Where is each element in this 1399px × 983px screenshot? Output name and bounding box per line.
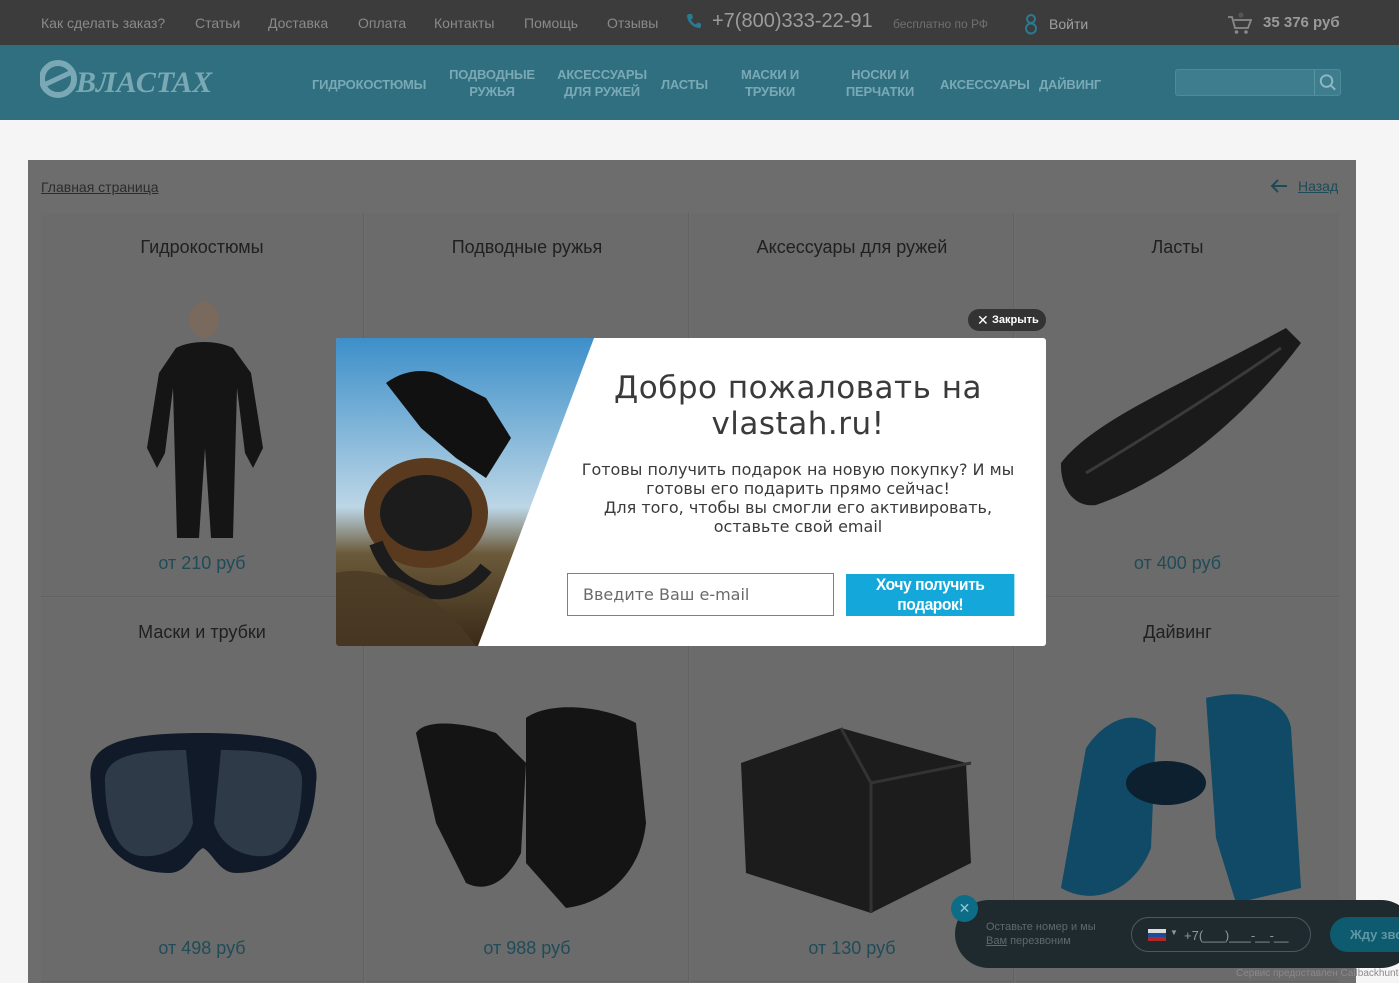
menu-masks-snorkels[interactable]: Маски и трубки: [720, 66, 820, 100]
menu-socks-gloves[interactable]: Носки и перчатки: [835, 66, 925, 100]
card-price: от 498 руб: [158, 938, 246, 958]
breadcrumb[interactable]: Главная страница: [41, 179, 159, 195]
modal-title: Добро пожаловать на vlastah.ru!: [614, 370, 982, 442]
callback-text-line1: Оставьте номер и мы: [986, 921, 1096, 933]
close-label: Закрыть: [992, 314, 1039, 326]
topnav-reviews[interactable]: Отзывы: [607, 15, 658, 31]
gloves-image: [416, 707, 646, 908]
site-logo[interactable]: ВЛАСТАХ: [40, 59, 255, 99]
callback-text-rest: перезвоним: [1010, 935, 1071, 947]
category-card-gloves[interactable]: от 988 руб: [366, 598, 689, 982]
russia-flag-icon[interactable]: [1148, 929, 1166, 941]
chevron-down-icon[interactable]: ▼: [1170, 928, 1178, 937]
card-title: Маски и трубки: [138, 622, 266, 642]
menu-fins[interactable]: Ласты: [661, 76, 708, 93]
close-icon: ✕: [977, 312, 989, 328]
menu-spearguns[interactable]: Подводные ружья: [442, 66, 542, 100]
menu-accessories[interactable]: Аксессуары: [940, 76, 1030, 93]
diving-set-image: [1061, 694, 1301, 903]
search-box: [1175, 69, 1341, 96]
card-title: Аксессуары для ружей: [756, 237, 948, 257]
arrow-left-icon[interactable]: [1269, 178, 1289, 194]
search-icon[interactable]: [1314, 70, 1340, 95]
diver-gear-image: [336, 338, 594, 646]
modal-text-line2: Для того, чтобы вы смогли его активирова…: [603, 498, 993, 536]
phone-icon: [687, 14, 701, 28]
top-bar: Как сделать заказ? Статьи Доставка Оплат…: [0, 0, 1399, 45]
card-title: Гидрокостюмы: [140, 237, 264, 257]
email-input[interactable]: [567, 573, 834, 616]
bag-image: [741, 727, 972, 913]
callback-call-button[interactable]: Жду звонка: [1330, 917, 1399, 952]
back-link[interactable]: Назад: [1298, 178, 1338, 194]
callback-close-icon[interactable]: ✕: [951, 895, 978, 922]
topnav-help[interactable]: Помощь: [524, 15, 578, 31]
topnav-how-to-order[interactable]: Как сделать заказ?: [41, 15, 165, 31]
login-link[interactable]: Войти: [1049, 16, 1088, 32]
welcome-modal: Добро пожаловать на vlastah.ru! Готовы п…: [336, 338, 1046, 646]
card-price: от 988 руб: [483, 938, 571, 958]
cart-total[interactable]: 35 376 руб: [1263, 14, 1340, 31]
modal-text-line1: Готовы получить подарок на новую покупку…: [581, 460, 1015, 498]
menu-diving[interactable]: Дайвинг: [1039, 76, 1101, 93]
user-icon[interactable]: [1022, 13, 1040, 35]
topnav-contacts[interactable]: Контакты: [434, 15, 494, 31]
phone-note: бесплатно по РФ: [893, 17, 988, 31]
phone-number[interactable]: +7(800)333-22-91: [712, 10, 873, 33]
get-gift-button[interactable]: Хочу получить подарок!: [846, 574, 1015, 616]
category-card-masks[interactable]: Маски и трубки от 498 руб: [41, 598, 364, 982]
main-header: ВЛАСТАХ Гидрокостюмы Подводные ружья Акс…: [0, 45, 1399, 120]
cart-icon[interactable]: [1227, 12, 1253, 36]
search-input[interactable]: [1176, 70, 1314, 95]
category-card-fins[interactable]: Ласты от 400 руб: [1016, 213, 1339, 597]
fins-image: [1060, 328, 1301, 506]
mask-image: [90, 733, 317, 873]
svg-text:ВЛАСТАХ: ВЛАСТАХ: [75, 66, 213, 99]
menu-gun-accessories[interactable]: Аксессуары для ружей: [550, 66, 654, 100]
modal-close-button[interactable]: ✕ Закрыть: [968, 309, 1046, 331]
category-card-wetsuits[interactable]: Гидрокостюмы от 210 руб: [41, 213, 364, 597]
menu-wetsuits[interactable]: Гидрокостюмы: [312, 76, 426, 93]
topnav-payment[interactable]: Оплата: [358, 15, 406, 31]
wetsuit-image: [147, 302, 263, 538]
modal-text: Готовы получить подарок на новую покупку…: [564, 460, 1032, 536]
card-title: Ласты: [1151, 237, 1204, 257]
callback-text: Оставьте номер и мы Вам перезвоним: [986, 920, 1126, 948]
callback-phone-value[interactable]: +7(___)___-__-__: [1184, 928, 1288, 943]
card-title: Дайвинг: [1143, 622, 1212, 642]
card-title: Подводные ружья: [451, 237, 603, 257]
topnav-delivery[interactable]: Доставка: [268, 15, 328, 31]
callback-service-note: Сервис предоставлен Callbackhunter: [1236, 968, 1399, 979]
card-price: от 400 руб: [1133, 553, 1222, 573]
callback-text-link: Вам: [986, 935, 1008, 947]
card-price: от 210 руб: [158, 553, 246, 573]
topnav-articles[interactable]: Статьи: [195, 15, 240, 31]
